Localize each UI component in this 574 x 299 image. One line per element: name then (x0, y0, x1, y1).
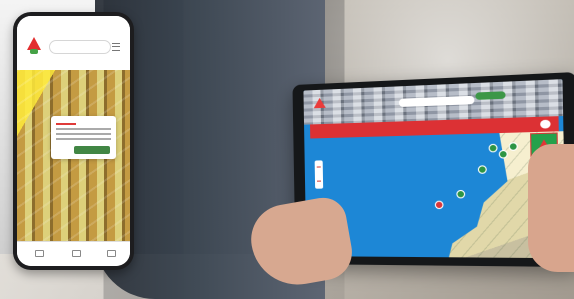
map-marker-icon[interactable] (478, 165, 487, 174)
phone-search-input[interactable] (49, 40, 111, 54)
map-marker-icon[interactable] (489, 144, 498, 153)
popup-action-button[interactable] (74, 146, 110, 154)
photo-scene (0, 0, 574, 299)
popup-detail (56, 138, 111, 140)
zoom-control[interactable] (315, 160, 324, 188)
popup-detail (56, 128, 111, 130)
phone-header (17, 16, 130, 70)
aerial-map[interactable] (17, 70, 130, 242)
menu-icon[interactable] (112, 43, 120, 51)
tab-icon[interactable] (72, 250, 81, 257)
tab-icon[interactable] (107, 250, 116, 257)
popup-detail (56, 133, 111, 135)
map-popup (51, 116, 116, 159)
search-button[interactable] (540, 120, 551, 129)
smartphone (13, 12, 134, 270)
tab-icon[interactable] (35, 250, 44, 257)
map-marker-icon[interactable] (456, 190, 465, 199)
phone-toolbar (17, 241, 130, 266)
status-pill (475, 91, 505, 100)
brand-logo-icon (314, 98, 326, 111)
brand-logo-icon (25, 37, 43, 55)
popup-title (56, 123, 76, 125)
phone-screen (17, 16, 130, 266)
map-marker-icon[interactable] (435, 201, 444, 209)
right-hand (528, 144, 574, 272)
